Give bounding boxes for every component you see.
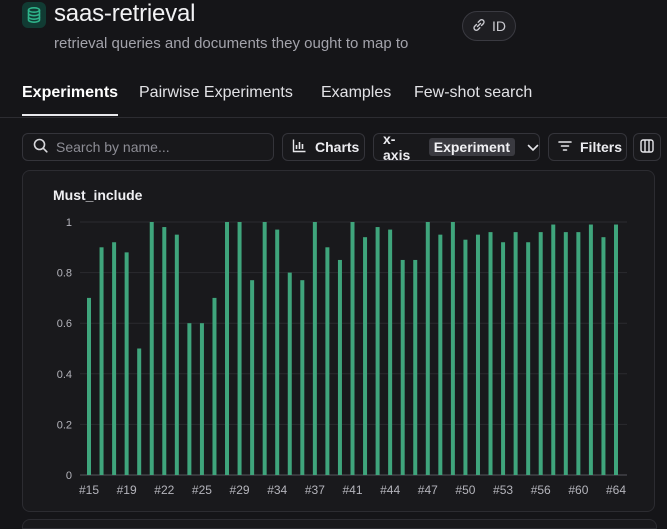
chart-bar[interactable] [501, 242, 506, 475]
chart-bar[interactable] [225, 222, 230, 475]
y-tick-label: 0.4 [57, 369, 72, 381]
chart-bar[interactable] [275, 229, 280, 475]
chart-bar[interactable] [400, 259, 405, 475]
chart-bar[interactable] [388, 229, 393, 475]
chart-bar[interactable] [312, 222, 317, 475]
chart-bar[interactable] [87, 297, 91, 475]
x-tick-label: #53 [493, 483, 513, 497]
chart-bar[interactable] [526, 242, 531, 475]
chart-bar[interactable] [162, 227, 167, 475]
y-tick-label: 0 [66, 470, 72, 482]
bar-chart: 0 0.2 0.4 0.6 0.8 1 #15 #19 #22 #25 #29 #34 #37 #41 #4… [57, 217, 627, 497]
x-tick-label: #29 [230, 483, 250, 497]
chart-bar[interactable] [124, 252, 129, 475]
x-tick-label: #50 [455, 483, 475, 497]
x-tick-label: #37 [305, 483, 325, 497]
chart-bar[interactable] [300, 280, 305, 475]
chart-bar[interactable] [149, 222, 154, 475]
chart-bar[interactable] [350, 222, 355, 475]
chart-bar[interactable] [99, 247, 104, 475]
x-tick-label: #56 [531, 483, 551, 497]
x-tick-label: #15 [79, 483, 99, 497]
chart-bar[interactable] [199, 323, 204, 475]
x-tick-label: #22 [154, 483, 174, 497]
chart-bar[interactable] [614, 224, 618, 475]
chart-bar[interactable] [250, 280, 255, 475]
chart-bar[interactable] [563, 232, 568, 475]
x-tick-label: #47 [418, 483, 438, 497]
chart-bar[interactable] [475, 234, 480, 475]
chart-bar[interactable] [212, 297, 217, 475]
chart-bar[interactable] [450, 222, 455, 475]
chart-bar[interactable] [551, 224, 556, 475]
chart-bar[interactable] [112, 242, 117, 475]
x-tick-label: #60 [568, 483, 588, 497]
chart-bar[interactable] [588, 224, 593, 475]
chart-bar[interactable] [488, 232, 493, 475]
chart-bar[interactable] [187, 323, 192, 475]
y-tick-label: 0.8 [57, 268, 72, 280]
y-tick-label: 0.6 [57, 318, 72, 330]
chart-bar[interactable] [363, 237, 368, 475]
chart-bar[interactable] [137, 348, 142, 476]
x-tick-label: #25 [192, 483, 212, 497]
x-tick-label: #44 [380, 483, 400, 497]
x-tick-label: #41 [342, 483, 362, 497]
chart-bar[interactable] [425, 222, 430, 475]
chart-bar[interactable] [375, 227, 380, 475]
x-tick-label: #34 [267, 483, 287, 497]
chart-bar[interactable] [237, 222, 242, 475]
chart-bar[interactable] [576, 232, 581, 475]
y-tick-label: 1 [66, 217, 72, 229]
chart-bar[interactable] [262, 222, 267, 475]
chart-bar[interactable] [463, 239, 468, 475]
chart-bar[interactable] [438, 234, 443, 475]
y-tick-label: 0.2 [57, 419, 72, 431]
chart-bar[interactable] [337, 259, 342, 475]
chart-bar[interactable] [601, 237, 606, 475]
x-tick-label: #64 [606, 483, 626, 497]
chart-bar[interactable] [174, 234, 179, 475]
chart-bar[interactable] [413, 259, 418, 475]
x-tick-label: #19 [117, 483, 137, 497]
next-chart-panel [22, 519, 657, 529]
chart-bar[interactable] [538, 232, 543, 475]
chart-bar[interactable] [325, 247, 330, 475]
chart-bar[interactable] [513, 232, 518, 475]
chart-bar[interactable] [287, 272, 292, 475]
